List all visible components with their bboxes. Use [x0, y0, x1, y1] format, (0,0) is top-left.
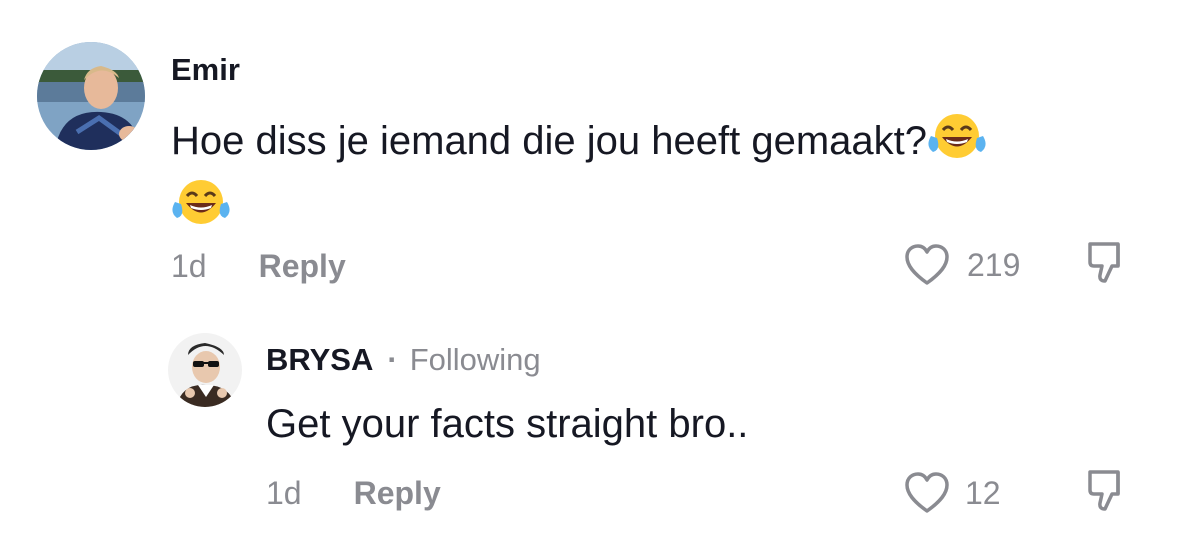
reply-button[interactable]: Reply [259, 248, 346, 285]
reply-meta: 1d Reply [266, 475, 441, 512]
dislike-icon [1086, 468, 1130, 514]
following-status: Following [409, 342, 541, 377]
dislike-button[interactable] [1086, 468, 1130, 519]
reply-item: BRYSA · Following Get your facts straight … [0, 300, 1179, 535]
heart-outline-icon [903, 471, 951, 515]
reply-time: 1d [266, 475, 302, 511]
like-button[interactable]: 219 [903, 243, 1020, 287]
like-count: 219 [967, 246, 1021, 283]
reply-button[interactable]: Reply [354, 475, 441, 512]
separator-dot: · [387, 342, 398, 377]
reply-text: Get your facts straight bro.. [266, 402, 749, 446]
face-with-tears-of-joy-icon [927, 110, 987, 176]
avatar[interactable] [37, 42, 145, 150]
reply-username[interactable]: BRYSA [266, 342, 373, 377]
dislike-button[interactable] [1086, 240, 1130, 291]
like-button[interactable]: 12 [903, 471, 1001, 515]
comment-meta: 1d Reply [171, 248, 346, 285]
comment-text: Hoe diss je iemand die jou heeft gemaakt… [171, 110, 1151, 242]
avatar[interactable] [168, 333, 242, 407]
comment-item: Emir Hoe diss je iemand die jou heeft ge… [0, 0, 1179, 300]
face-with-tears-of-joy-icon [171, 176, 231, 242]
dislike-icon [1086, 240, 1130, 286]
comment-username[interactable]: Emir [171, 52, 240, 88]
heart-outline-icon [903, 243, 951, 287]
like-count: 12 [965, 474, 1001, 511]
comment-text-content: Hoe diss je iemand die jou heeft gemaakt… [171, 119, 928, 163]
reply-username-row: BRYSA · Following [266, 342, 541, 378]
comment-time: 1d [171, 248, 207, 284]
